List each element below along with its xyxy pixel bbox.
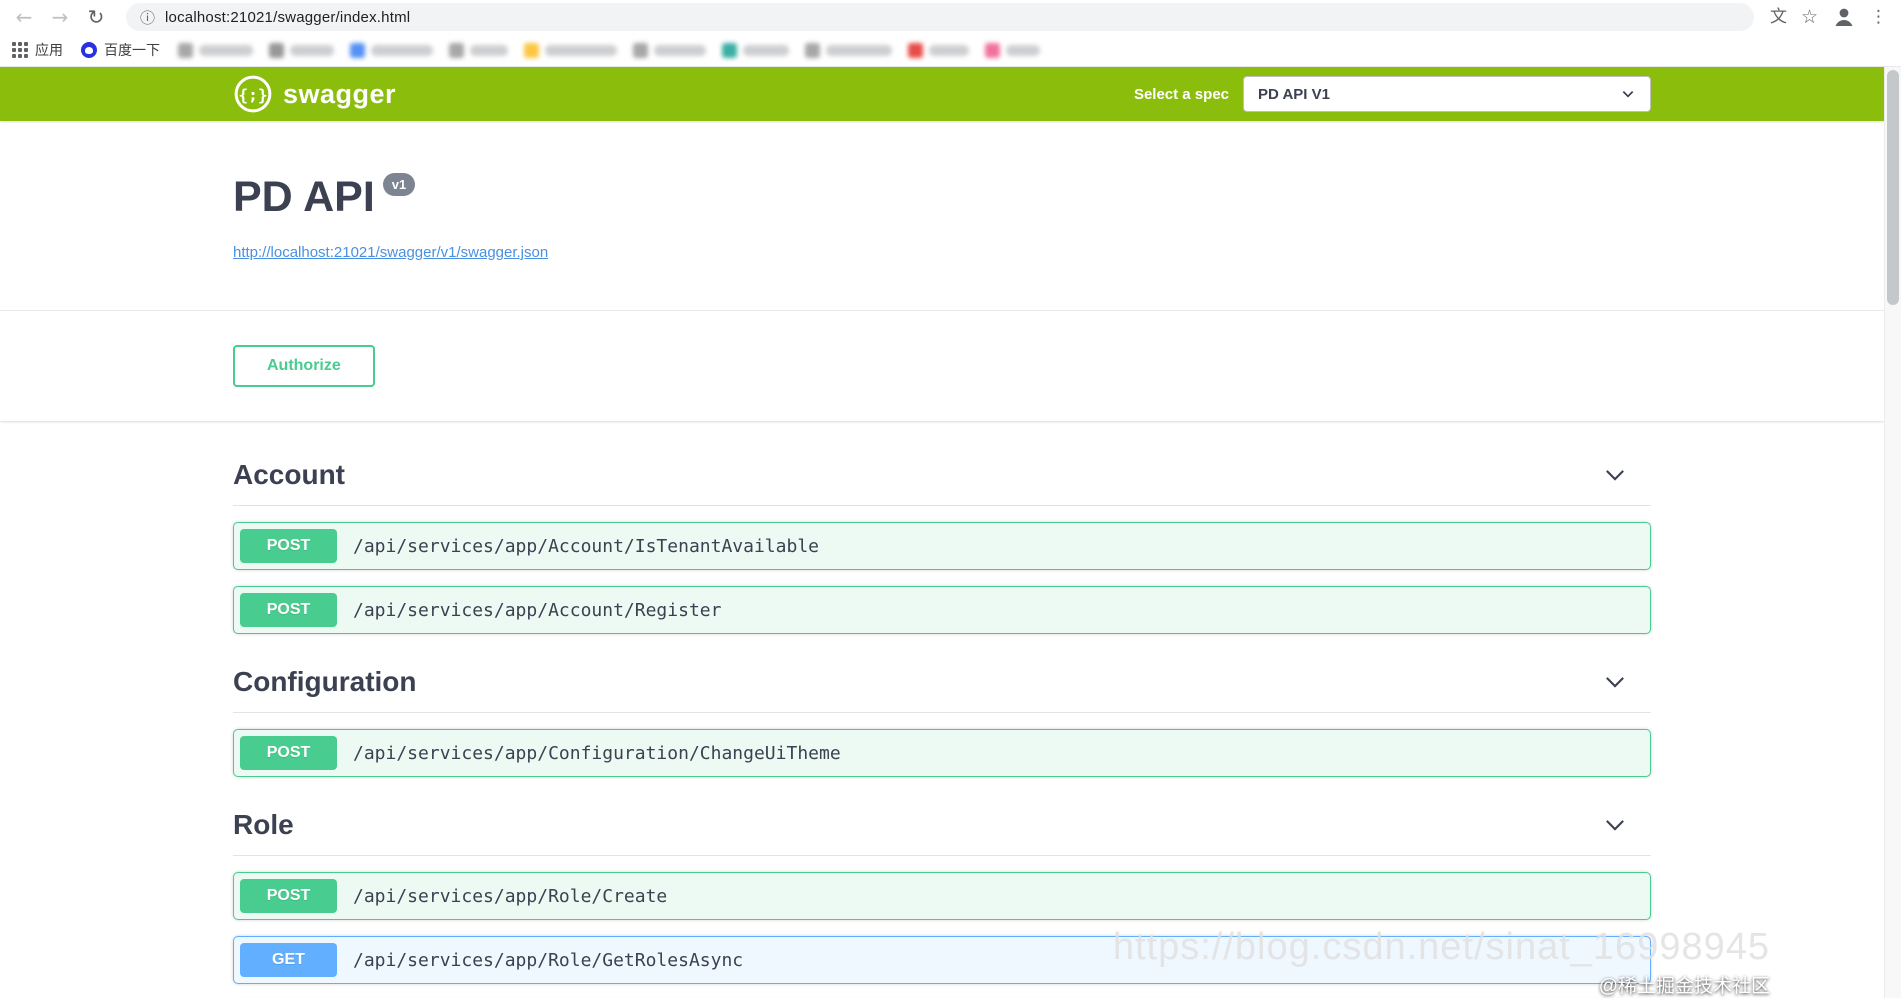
bookmark-item-blurred[interactable] <box>908 42 969 58</box>
operation-path: /api/services/app/Account/Register <box>353 599 722 621</box>
authorize-button[interactable]: Authorize <box>233 345 375 387</box>
swagger-page: {;} swagger Select a spec PD API V1 PD A… <box>0 67 1884 998</box>
bookmark-favicon-icon <box>805 42 820 58</box>
section-title: Role <box>233 809 294 840</box>
baidu-favicon-icon <box>81 42 97 58</box>
browser-menu-icon[interactable]: ⋮ <box>1870 8 1887 26</box>
bookmark-label-blurred <box>743 44 789 56</box>
method-badge-post: POST <box>240 529 337 563</box>
method-badge-post: POST <box>240 879 337 913</box>
profile-avatar-icon[interactable] <box>1832 5 1856 29</box>
operation-get-row[interactable]: GET/api/services/app/Role/GetRolesAsync <box>233 936 1651 984</box>
bookmark-favicon-icon <box>269 42 284 58</box>
section-header-account[interactable]: Account <box>233 449 1651 506</box>
operation-path: /api/services/app/Role/Create <box>353 885 668 907</box>
bookmark-label-blurred <box>654 44 706 56</box>
browser-actions: 文 ☆ ⋮ <box>1770 5 1891 29</box>
apps-grid-icon <box>12 42 28 58</box>
chevron-down-icon[interactable] <box>1601 461 1651 489</box>
blurred-bookmarks <box>178 42 1040 58</box>
operation-post-row[interactable]: POST/api/services/app/Configuration/Chan… <box>233 729 1651 777</box>
address-bar[interactable]: ⓘ localhost:21021/swagger/index.html <box>126 3 1754 31</box>
api-section-role: Role POST/api/services/app/Role/Create GET… <box>233 799 1651 998</box>
version-badge: v1 <box>382 173 416 196</box>
bookmark-item-blurred[interactable] <box>805 42 892 58</box>
bookmark-favicon-icon <box>633 42 648 58</box>
section-header-role[interactable]: Role <box>233 799 1651 856</box>
bookmark-label-blurred <box>470 44 508 56</box>
operation-path: /api/services/app/Configuration/ChangeUi… <box>353 742 841 764</box>
spec-json-link[interactable]: http://localhost:21021/swagger/v1/swagge… <box>233 244 548 261</box>
bookmark-item-blurred[interactable] <box>269 42 334 58</box>
bookmark-favicon-icon <box>350 42 365 58</box>
back-icon[interactable]: ← <box>10 3 38 31</box>
bookmark-label-blurred <box>199 44 253 56</box>
bookmark-label-blurred <box>290 44 334 56</box>
bookmark-item-blurred[interactable] <box>178 42 253 58</box>
method-badge-post: POST <box>240 736 337 770</box>
bookmark-label: 应用 <box>35 42 63 58</box>
bookmark-label-blurred <box>545 44 617 56</box>
select-spec-label: Select a spec <box>1133 85 1229 103</box>
bookmark-star-icon[interactable]: ☆ <box>1801 7 1818 27</box>
url-text[interactable]: localhost:21021/swagger/index.html <box>165 9 410 26</box>
operation-post-row[interactable]: POST/api/services/app/Role/Create <box>233 872 1651 920</box>
bookmark-favicon-icon <box>178 42 193 58</box>
operations-container: Account POST/api/services/app/Account/IsT… <box>233 421 1651 998</box>
bookmark-label-blurred <box>371 44 433 56</box>
bookmark-item-blurred[interactable] <box>524 42 617 58</box>
swagger-logo-icon: {;} <box>234 75 272 113</box>
bookmark-favicon-icon <box>449 42 464 58</box>
bookmark-label: 百度一下 <box>104 42 160 58</box>
bookmark-label-blurred <box>826 44 892 56</box>
bookmark-apps[interactable]: 应用 <box>12 40 63 60</box>
bookmark-item-blurred[interactable] <box>633 42 706 58</box>
svg-text:{;}: {;} <box>238 85 267 104</box>
swagger-logo-text: swagger <box>283 78 397 109</box>
bookmark-label-blurred <box>929 44 969 56</box>
method-badge-get: GET <box>240 943 337 977</box>
api-info-section: PD API v1 http://localhost:21021/swagger/… <box>0 121 1884 311</box>
chevron-down-icon <box>1622 91 1634 98</box>
bookmark-favicon-icon <box>722 42 737 58</box>
operation-post-row[interactable]: POST/api/services/app/Account/Register <box>233 586 1651 634</box>
bookmark-item-blurred[interactable] <box>985 42 1040 58</box>
translate-icon[interactable]: 文 <box>1770 8 1787 26</box>
bookmark-label-blurred <box>1006 44 1040 56</box>
bookmark-item-blurred[interactable] <box>449 42 508 58</box>
api-section-account: Account POST/api/services/app/Account/IsT… <box>233 449 1651 634</box>
scheme-container: Authorize <box>0 311 1884 421</box>
api-section-configuration: Configuration POST/api/services/app/Confi… <box>233 656 1651 777</box>
bookmark-item-blurred[interactable] <box>722 42 789 58</box>
scrollbar-thumb[interactable] <box>1887 70 1899 305</box>
bookmark-favicon-icon <box>524 42 539 58</box>
bookmarks-bar: 应用 百度一下 <box>0 34 1901 67</box>
refresh-icon[interactable]: ↻ <box>82 3 110 31</box>
bookmark-favicon-icon <box>985 42 1000 58</box>
site-info-icon[interactable]: ⓘ <box>140 7 155 28</box>
section-title: Configuration <box>233 666 417 697</box>
section-title: Account <box>233 459 345 490</box>
bookmark-baidu[interactable]: 百度一下 <box>81 40 160 60</box>
spec-select-value: PD API V1 <box>1258 85 1330 103</box>
swagger-topbar: {;} swagger Select a spec PD API V1 <box>0 67 1884 121</box>
api-title: PD API <box>233 173 375 221</box>
operation-post-row[interactable]: POST/api/services/app/Account/IsTenantAv… <box>233 522 1651 570</box>
bookmark-favicon-icon <box>908 42 923 58</box>
forward-icon[interactable]: → <box>46 3 74 31</box>
method-badge-post: POST <box>240 593 337 627</box>
swagger-logo: {;} swagger <box>233 74 396 114</box>
chevron-down-icon[interactable] <box>1601 811 1651 839</box>
chevron-down-icon[interactable] <box>1601 668 1651 696</box>
operation-path: /api/services/app/Account/IsTenantAvaila… <box>353 535 819 557</box>
spec-select[interactable]: PD API V1 <box>1243 76 1651 112</box>
browser-toolbar: ← → ↻ ⓘ localhost:21021/swagger/index.ht… <box>0 0 1901 34</box>
section-header-configuration[interactable]: Configuration <box>233 656 1651 713</box>
bookmark-item-blurred[interactable] <box>350 42 433 58</box>
operation-path: /api/services/app/Role/GetRolesAsync <box>353 949 744 971</box>
page-scrollbar[interactable] <box>1884 67 1901 998</box>
